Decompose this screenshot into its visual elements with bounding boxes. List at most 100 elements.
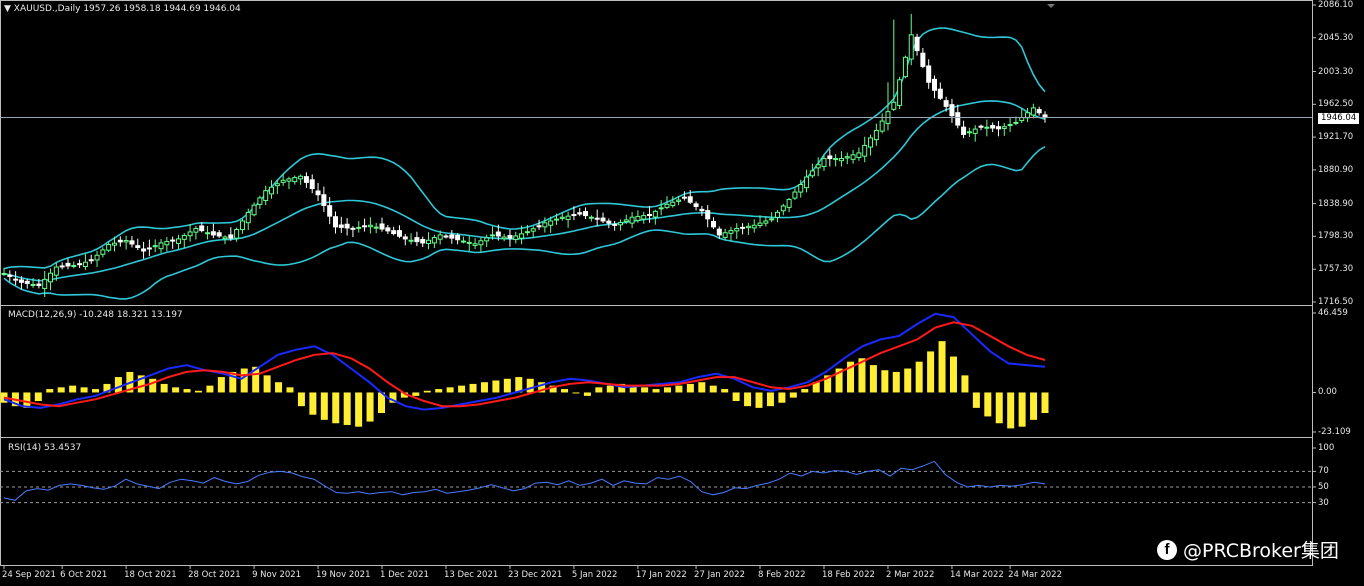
macd-histogram-bar bbox=[366, 392, 374, 422]
date-tick-label: 13 Dec 2021 bbox=[443, 570, 499, 580]
ohlc-values: 1957.26 1958.18 1944.69 1946.04 bbox=[83, 4, 241, 14]
candle-body bbox=[251, 204, 257, 216]
macd-histogram-bar bbox=[641, 387, 649, 393]
date-tick-label: 6 Oct 2021 bbox=[60, 570, 108, 580]
macd-histogram-bar bbox=[595, 387, 603, 393]
candle-body bbox=[292, 177, 298, 183]
candle-body bbox=[641, 215, 647, 220]
candle-body bbox=[676, 199, 682, 202]
candle-body bbox=[908, 34, 914, 60]
candle-body bbox=[65, 262, 71, 267]
candle-body bbox=[367, 224, 373, 228]
candle-body bbox=[914, 36, 920, 52]
candle-body bbox=[786, 199, 792, 208]
candle-body bbox=[315, 190, 321, 196]
chart-canvas[interactable] bbox=[0, 0, 1364, 586]
candle-body bbox=[774, 211, 780, 218]
candle-body bbox=[484, 237, 490, 242]
candle-body bbox=[356, 226, 362, 229]
candle-body bbox=[443, 235, 449, 238]
candle-body bbox=[565, 215, 571, 221]
candle-body bbox=[920, 52, 926, 67]
collapse-arrow-icon[interactable]: ▼ bbox=[4, 4, 11, 14]
candle-body bbox=[490, 234, 496, 237]
candle-body bbox=[984, 126, 990, 129]
shift-marker-icon bbox=[1047, 4, 1055, 8]
macd-histogram-bar bbox=[526, 378, 534, 393]
macd-histogram-bar bbox=[286, 387, 294, 393]
candle-body bbox=[978, 125, 984, 128]
price-tick-label: 2003.30 bbox=[1318, 66, 1354, 77]
candle-body bbox=[763, 220, 769, 224]
macd-histogram-bar bbox=[892, 371, 900, 393]
price-tick-label: 2045.30 bbox=[1318, 32, 1354, 43]
candle-body bbox=[728, 230, 734, 234]
candle-body bbox=[821, 158, 827, 167]
macd-histogram-bar bbox=[732, 392, 740, 402]
macd-histogram-bar bbox=[755, 392, 763, 408]
candle-body bbox=[414, 237, 420, 243]
macd-histogram-bar bbox=[698, 382, 706, 393]
candle-body bbox=[1001, 126, 1007, 129]
candle-body bbox=[426, 239, 432, 244]
candle-body bbox=[873, 129, 879, 141]
candle-body bbox=[966, 131, 972, 134]
candle-body bbox=[170, 239, 176, 242]
candle-body bbox=[693, 203, 699, 208]
candle-body bbox=[344, 223, 350, 229]
macd-histogram-bar bbox=[1007, 392, 1015, 429]
candle-body bbox=[879, 120, 885, 132]
candle-body bbox=[629, 216, 635, 224]
rsi-tick-label: 50 bbox=[1318, 482, 1329, 492]
candle-body bbox=[396, 230, 402, 237]
candle-body bbox=[245, 211, 251, 224]
macd-histogram-bar bbox=[183, 389, 191, 393]
candle-body bbox=[391, 230, 397, 235]
candle-body bbox=[193, 227, 199, 233]
candle-body bbox=[804, 176, 810, 189]
candle-body bbox=[71, 264, 77, 267]
candle-body bbox=[722, 232, 728, 238]
macd-histogram-bar bbox=[492, 380, 500, 393]
candle-body bbox=[571, 214, 577, 217]
candle-body bbox=[449, 234, 455, 239]
macd-histogram-bar bbox=[469, 383, 477, 393]
candle-body bbox=[594, 217, 600, 220]
candle-body bbox=[856, 152, 862, 158]
candle-body bbox=[59, 265, 65, 268]
macd-histogram-bar bbox=[904, 368, 912, 393]
macd-histogram-bar bbox=[766, 392, 774, 407]
candle-body bbox=[647, 214, 653, 217]
candle-body bbox=[862, 144, 868, 157]
macd-histogram-bar bbox=[309, 392, 317, 415]
price-tick-label: 1880.90 bbox=[1318, 164, 1354, 175]
candle-body bbox=[146, 247, 152, 250]
candle-body bbox=[286, 178, 292, 182]
candle-body bbox=[210, 231, 216, 236]
candle-body bbox=[1013, 121, 1019, 124]
macd-histogram-bar bbox=[149, 378, 157, 393]
candle-body bbox=[652, 210, 658, 218]
macd-histogram-bar bbox=[686, 383, 694, 393]
candle-body bbox=[926, 65, 932, 83]
bollinger-upper bbox=[3, 27, 1046, 270]
macd-histogram-bar bbox=[789, 392, 797, 398]
candle-body bbox=[321, 194, 327, 206]
chart-frame bbox=[0, 0, 1313, 566]
candle-body bbox=[42, 278, 48, 289]
candle-body bbox=[1025, 112, 1031, 119]
candle-body bbox=[658, 207, 664, 210]
candle-body bbox=[780, 205, 786, 212]
macd-histogram-bar bbox=[343, 392, 351, 425]
macd-histogram-bar bbox=[721, 389, 729, 393]
candle-body bbox=[117, 239, 123, 243]
candle-body bbox=[792, 191, 798, 199]
candle-body bbox=[553, 218, 559, 221]
macd-label: MACD(12,26,9) -10.248 18.321 13.197 bbox=[8, 310, 183, 320]
macd-histogram-bar bbox=[320, 392, 328, 420]
candle-body bbox=[623, 219, 629, 223]
signal-line bbox=[3, 321, 1046, 408]
macd-histogram-bar bbox=[572, 392, 580, 394]
macd-histogram-bar bbox=[675, 385, 683, 393]
macd-histogram-bar bbox=[801, 389, 809, 393]
